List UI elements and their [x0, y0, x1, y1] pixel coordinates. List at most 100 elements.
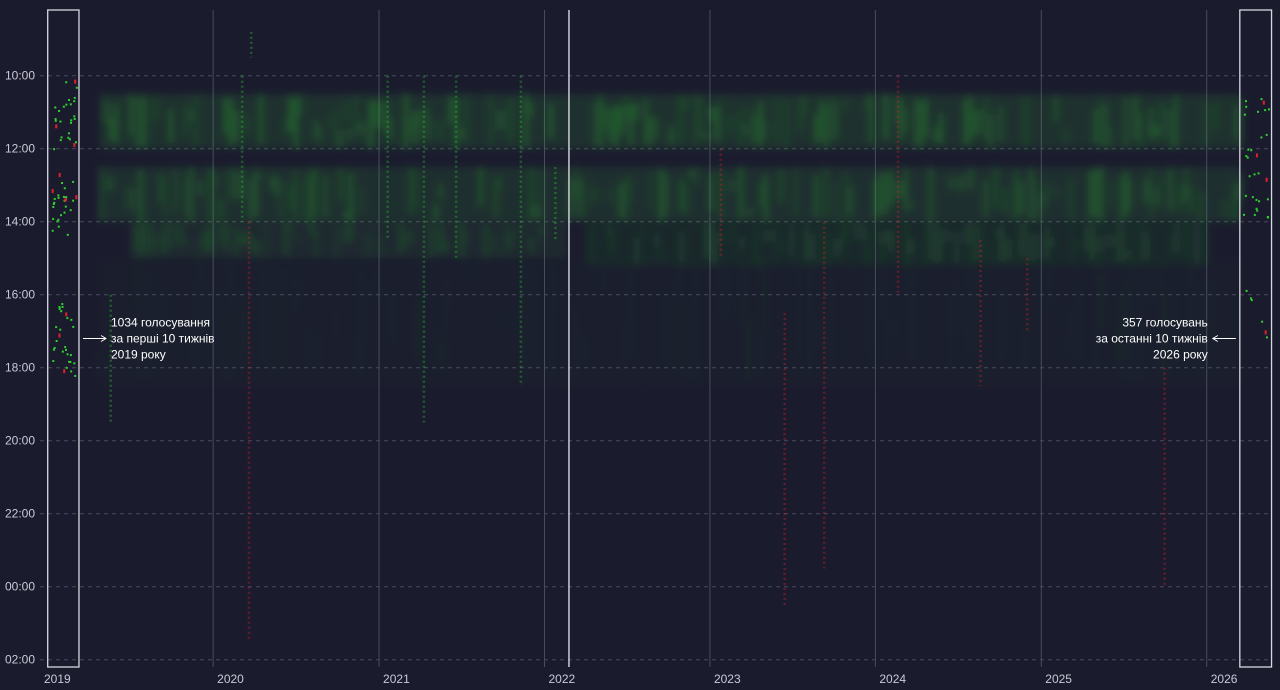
density-column	[804, 95, 808, 115]
density-column	[409, 117, 413, 136]
density-column	[840, 223, 844, 253]
density-column	[509, 306, 512, 334]
density-column	[1204, 102, 1208, 148]
density-column	[379, 273, 382, 370]
density-column	[604, 106, 608, 131]
vote-point-for	[57, 225, 60, 228]
density-column	[964, 262, 968, 386]
density-column	[259, 260, 263, 364]
y-tick-label: 10:00	[5, 69, 35, 83]
density-column	[724, 270, 728, 318]
density-column	[984, 97, 988, 142]
density-column	[399, 222, 403, 254]
vote-point-for	[1245, 289, 1248, 292]
vote-point-for	[65, 196, 68, 199]
density-column	[609, 108, 613, 144]
density-column	[885, 230, 889, 244]
vote-point-for	[72, 180, 75, 183]
density-column	[624, 328, 627, 374]
density-column	[1050, 238, 1054, 248]
density-column	[529, 236, 533, 252]
density-column	[409, 167, 413, 214]
density-column	[734, 295, 737, 325]
density-column	[299, 94, 303, 116]
density-column	[464, 94, 468, 145]
density-column	[974, 109, 978, 136]
density-column	[959, 175, 963, 192]
annotation-text: 1034 голосування	[111, 316, 210, 330]
vote-point-for	[1268, 108, 1271, 111]
vote-point-for	[63, 187, 66, 190]
density-column	[805, 223, 809, 261]
density-column	[824, 104, 828, 149]
density-column	[174, 221, 178, 246]
density-column	[334, 221, 338, 259]
density-column	[279, 265, 283, 368]
density-column	[1035, 233, 1039, 261]
density-column	[289, 183, 293, 211]
density-column	[749, 106, 753, 146]
density-column	[819, 99, 823, 141]
density-column	[449, 280, 452, 307]
density-column	[464, 230, 468, 246]
density-column	[219, 263, 222, 380]
density-column	[1169, 109, 1173, 149]
density-column	[174, 167, 178, 212]
density-column	[349, 222, 353, 241]
density-column	[194, 95, 198, 147]
density-column	[179, 223, 183, 246]
density-column	[1159, 102, 1163, 143]
density-column	[860, 222, 864, 240]
vote-point-for	[61, 303, 64, 306]
vote-point-for	[54, 106, 57, 109]
density-column	[439, 223, 443, 254]
vote-point-against	[51, 189, 54, 194]
density-column	[1020, 224, 1024, 258]
density-column	[834, 181, 838, 221]
density-column	[114, 103, 118, 144]
vote-point-for	[1266, 198, 1269, 201]
density-column	[1175, 223, 1179, 254]
density-column	[299, 261, 302, 299]
density-column	[1004, 264, 1007, 355]
density-column	[984, 179, 988, 217]
density-column	[414, 169, 418, 207]
density-column	[199, 180, 203, 197]
density-column	[1199, 192, 1203, 221]
density-column	[640, 228, 644, 242]
annotation-text: 2019 року	[111, 348, 166, 362]
density-column	[1110, 234, 1114, 247]
density-column	[459, 128, 463, 138]
density-column	[209, 222, 213, 255]
vote-point-for	[1247, 148, 1250, 151]
density-column	[529, 167, 533, 221]
density-column	[344, 210, 348, 220]
density-column	[999, 106, 1003, 142]
density-column	[739, 167, 743, 219]
density-column	[494, 278, 498, 386]
density-column	[164, 177, 168, 219]
density-column	[294, 233, 298, 240]
density-column	[965, 226, 969, 245]
density-column	[389, 289, 393, 343]
y-tick-label: 02:00	[5, 653, 35, 667]
density-column	[604, 265, 607, 329]
density-column	[614, 105, 618, 148]
density-column	[784, 99, 788, 149]
vote-point-against	[73, 142, 76, 147]
density-column	[274, 292, 277, 369]
density-column	[419, 262, 423, 385]
density-column	[184, 103, 188, 136]
density-column	[1019, 181, 1023, 215]
vote-point-for	[69, 360, 72, 363]
density-column	[254, 168, 258, 217]
density-column	[849, 186, 853, 216]
density-column	[374, 100, 378, 129]
density-column	[1164, 102, 1168, 138]
vote-point-for	[66, 317, 69, 320]
density-column	[689, 168, 693, 178]
density-column	[1174, 95, 1178, 148]
density-column	[334, 109, 338, 148]
density-column	[479, 260, 482, 285]
density-column	[739, 271, 743, 325]
